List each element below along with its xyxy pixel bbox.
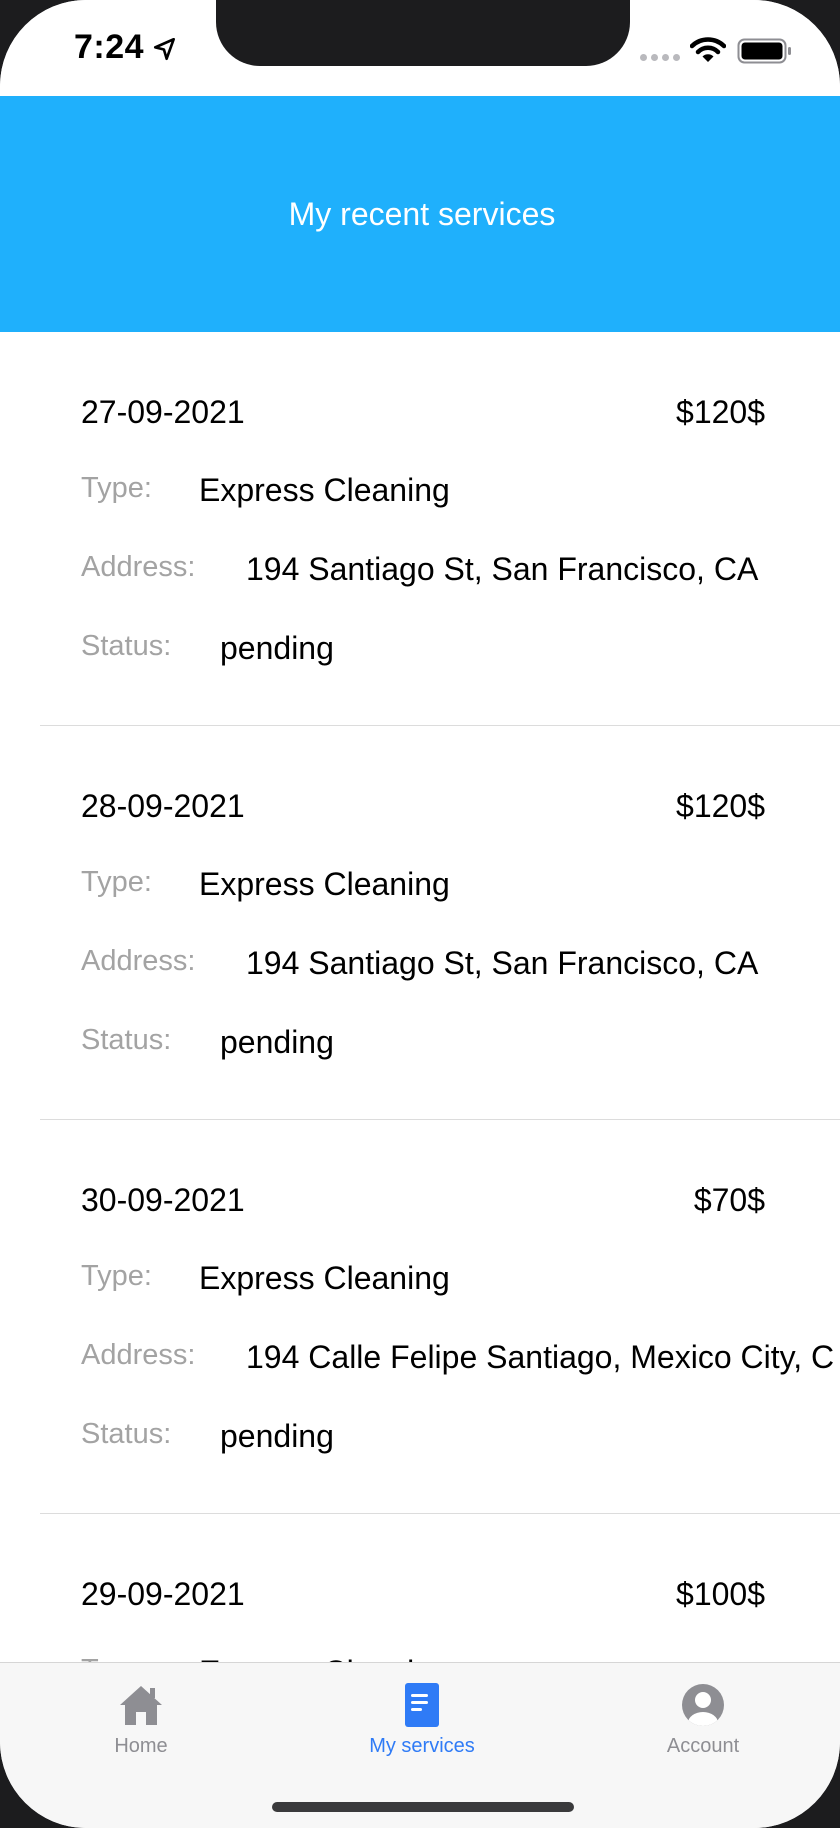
- service-date: 27-09-2021: [81, 394, 245, 430]
- service-address: 194 Santiago St, San Francisco, CA: [246, 551, 759, 587]
- battery-icon: [737, 38, 791, 64]
- device-notch: [216, 0, 630, 66]
- service-card[interactable]: 28-09-2021 $120$ Type: Express Cleaning …: [0, 726, 840, 1120]
- service-card[interactable]: 29-09-2021 $100$ Type: Express Cleaning: [0, 1514, 840, 1662]
- service-type: Express Cleaning: [199, 1654, 450, 1662]
- service-type: Express Cleaning: [199, 1260, 450, 1296]
- address-label: Address:: [81, 551, 196, 583]
- status-label: Status:: [81, 1418, 172, 1450]
- type-label: Type:: [81, 472, 152, 504]
- tab-my-services[interactable]: My services: [322, 1681, 522, 1758]
- document-icon: [405, 1683, 439, 1727]
- cellular-signal-icon: [640, 54, 680, 61]
- service-date: 28-09-2021: [81, 788, 245, 824]
- type-label: Type:: [81, 1654, 152, 1662]
- status-time: 7:24: [74, 28, 145, 66]
- tab-account-label: Account: [666, 1735, 740, 1757]
- page-title: My recent services: [288, 195, 556, 232]
- wifi-icon: [690, 37, 726, 62]
- service-status: pending: [220, 630, 334, 666]
- tab-my-services-label: My services: [369, 1735, 475, 1757]
- service-price: $120$: [676, 394, 765, 430]
- tab-home-label: Home: [114, 1735, 168, 1757]
- type-label: Type:: [81, 866, 152, 898]
- service-status: pending: [220, 1418, 334, 1454]
- service-price: $120$: [676, 788, 765, 824]
- tab-account[interactable]: Account: [603, 1681, 803, 1758]
- tab-home[interactable]: Home: [41, 1681, 241, 1758]
- services-list[interactable]: 27-09-2021 $120$ Type: Express Cleaning …: [0, 332, 840, 1662]
- location-arrow-icon: [153, 37, 175, 61]
- service-address: 194 Calle Felipe Santiago, Mexico City, …: [246, 1339, 835, 1375]
- service-date: 30-09-2021: [81, 1182, 245, 1218]
- status-label: Status:: [81, 1024, 172, 1056]
- home-icon: [120, 1686, 162, 1725]
- status-bar: 7:24: [0, 0, 840, 96]
- address-label: Address:: [81, 945, 196, 977]
- service-date: 29-09-2021: [81, 1576, 245, 1612]
- service-type: Express Cleaning: [199, 472, 450, 508]
- service-price: $70$: [693, 1182, 765, 1218]
- status-label: Status:: [81, 630, 172, 662]
- address-label: Address:: [81, 1339, 196, 1371]
- home-indicator[interactable]: [272, 1802, 574, 1812]
- page-header: My recent services: [0, 96, 840, 332]
- user-avatar-icon: [682, 1684, 724, 1726]
- service-card[interactable]: 30-09-2021 $70$ Type: Express Cleaning A…: [0, 1120, 840, 1514]
- service-type: Express Cleaning: [199, 866, 450, 902]
- service-address: 194 Santiago St, San Francisco, CA: [246, 945, 759, 981]
- type-label: Type:: [81, 1260, 152, 1292]
- service-price: $100$: [676, 1576, 765, 1612]
- service-card[interactable]: 27-09-2021 $120$ Type: Express Cleaning …: [0, 332, 840, 726]
- app-screen: 7:24 My recent services 27-09-2021 $120$…: [0, 0, 840, 1828]
- service-status: pending: [220, 1024, 334, 1060]
